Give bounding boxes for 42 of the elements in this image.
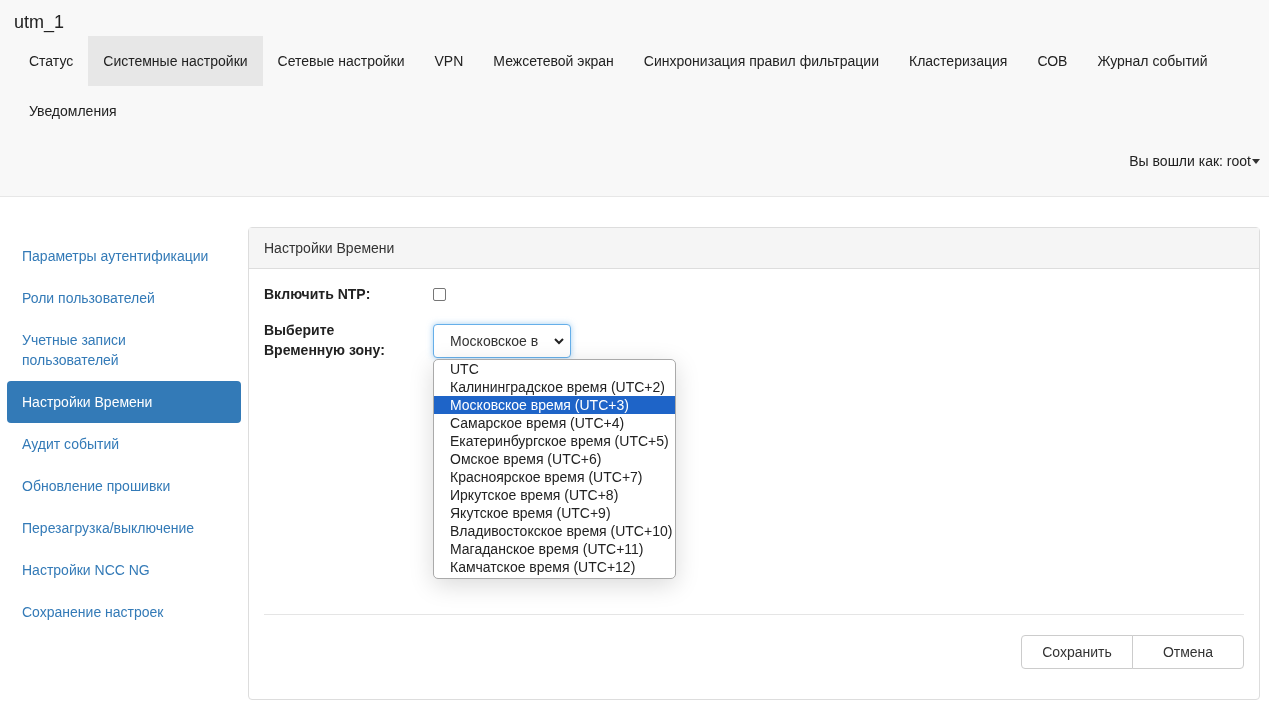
sidebar-item[interactable]: Настройки Времени [7, 381, 241, 423]
brand-title[interactable]: utm_1 [0, 0, 65, 36]
sidebar-item[interactable]: Обновление прошивки [7, 465, 241, 507]
dropdown-option[interactable]: Омское время (UTC+6) [434, 450, 675, 468]
nav-tab[interactable]: Межсетевой экран [478, 36, 629, 86]
dropdown-option[interactable]: Московское время (UTC+3) [434, 396, 675, 414]
save-button[interactable]: Сохранить [1021, 635, 1133, 669]
nav-tab[interactable]: Журнал событий [1082, 36, 1223, 86]
dropdown-option[interactable]: Иркутское время (UTC+8) [434, 486, 675, 504]
dropdown-option[interactable]: Калининградское время (UTC+2) [434, 378, 675, 396]
sidebar-item[interactable]: Аудит событий [7, 423, 241, 465]
nav-tab[interactable]: Уведомления [14, 86, 132, 136]
timezone-select[interactable]: Московское в [433, 324, 571, 358]
sidebar-item[interactable]: Роли пользователей [7, 277, 241, 319]
chevron-icon [554, 337, 564, 345]
sidebar-item[interactable]: Параметры аутентификации [7, 235, 241, 277]
cancel-button[interactable]: Отмена [1132, 635, 1244, 669]
nav-tab[interactable]: СОВ [1022, 36, 1083, 86]
dropdown-option[interactable]: Камчатское время (UTC+12) [434, 558, 675, 576]
timezone-label: Выберите Временную зону: [264, 321, 386, 360]
panel-title: Настройки Времени [264, 240, 395, 256]
dropdown-option[interactable]: Самарское время (UTC+4) [434, 414, 675, 432]
nav-tab[interactable]: Синхронизация правил фильтрации [628, 36, 894, 86]
nav-tab[interactable]: Сетевые настройки [262, 36, 420, 86]
dropdown-option[interactable]: UTC [434, 360, 675, 378]
sidebar-item[interactable]: Учетные записи пользователей [7, 319, 241, 381]
dropdown-option[interactable]: Екатеринбургское время (UTC+5) [434, 432, 675, 450]
dropdown-option[interactable]: Якутское время (UTC+9) [434, 504, 675, 522]
sidebar-item[interactable]: Перезагрузка/выключение [7, 507, 241, 549]
nav-tab[interactable]: Статус [14, 36, 89, 86]
user-menu[interactable]: Вы вошли как: root [1129, 138, 1269, 184]
ntp-checkbox[interactable] [433, 288, 446, 301]
ntp-label: Включить NTP: [264, 285, 372, 304]
caret-icon [1252, 158, 1260, 164]
nav-tab[interactable]: Системные настройки [88, 36, 263, 86]
dropdown-option[interactable]: Красноярское время (UTC+7) [434, 468, 675, 486]
dropdown-option[interactable]: Магаданское время (UTC+11) [434, 540, 675, 558]
nav-tab[interactable]: Кластеризация [894, 36, 1023, 86]
sidebar-item[interactable]: Настройки NCC NG [7, 549, 241, 591]
nav-tab[interactable]: VPN [419, 36, 479, 86]
dropdown-option[interactable]: Владивостокское время (UTC+10) [434, 522, 675, 540]
sidebar-item[interactable]: Сохранение настроек [7, 591, 241, 633]
